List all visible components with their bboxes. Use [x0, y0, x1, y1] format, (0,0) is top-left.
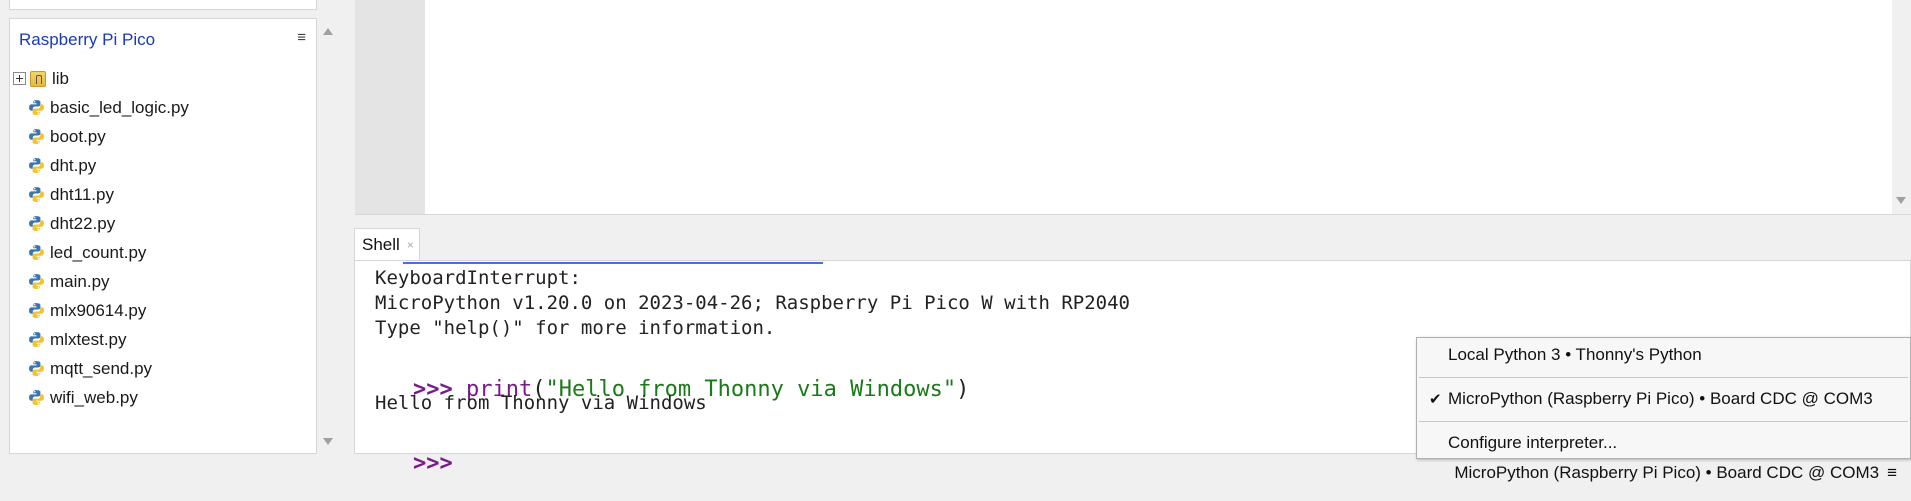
- shell-prompt: >>>: [412, 451, 453, 476]
- tab-shell[interactable]: Shell ×: [354, 228, 420, 260]
- file-item[interactable]: basic_led_logic.py: [10, 93, 316, 122]
- file-item[interactable]: dht11.py: [10, 180, 316, 209]
- file-name: main.py: [50, 271, 110, 291]
- file-list: lib basic_led_logic.py boot.py dht.py dh…: [10, 64, 316, 412]
- file-name: basic_led_logic.py: [50, 97, 189, 117]
- menu-item-label: MicroPython (Raspberry Pi Pico) • Board …: [1448, 389, 1873, 408]
- files-panel: Raspberry Pi Pico ≡ lib basic_led_logic.…: [9, 18, 317, 454]
- files-scrollbar[interactable]: [319, 18, 337, 454]
- editor-line-gutter: [355, 0, 425, 214]
- file-item[interactable]: led_count.py: [10, 238, 316, 267]
- file-name: lib: [52, 68, 70, 88]
- file-item[interactable]: dht22.py: [10, 209, 316, 238]
- python-file-icon: [29, 332, 44, 347]
- menu-separator: [1419, 421, 1908, 422]
- scroll-up-arrow-icon[interactable]: [323, 28, 333, 35]
- python-file-icon: [29, 129, 44, 144]
- tab-label: Shell: [362, 234, 400, 254]
- file-item[interactable]: wifi_web.py: [10, 383, 316, 412]
- menu-item-micropython[interactable]: ✔ MicroPython (Raspberry Pi Pico) • Boar…: [1417, 384, 1910, 414]
- file-name: boot.py: [50, 126, 106, 146]
- python-file-icon: [29, 158, 44, 173]
- file-name: led_count.py: [50, 242, 147, 262]
- link-underline: [403, 262, 823, 264]
- shell-output-line: MicroPython v1.20.0 on 2023-04-26; Raspb…: [375, 292, 1130, 314]
- menu-icon[interactable]: ≡: [1887, 463, 1897, 483]
- code-editor[interactable]: [425, 0, 1892, 214]
- file-name: dht11.py: [50, 184, 114, 204]
- file-name: mqtt_send.py: [50, 358, 153, 378]
- interpreter-status[interactable]: MicroPython (Raspberry Pi Pico) • Board …: [1454, 463, 1879, 483]
- menu-item-label: Local Python 3 • Thonny's Python: [1448, 345, 1702, 364]
- file-item[interactable]: main.py: [10, 267, 316, 296]
- file-item[interactable]: mlxtest.py: [10, 325, 316, 354]
- file-item[interactable]: mlx90614.py: [10, 296, 316, 325]
- expand-icon[interactable]: [13, 72, 26, 85]
- shell-output-line: Hello from Thonny via Windows: [375, 392, 707, 414]
- python-file-icon: [29, 274, 44, 289]
- file-name: dht22.py: [50, 213, 116, 233]
- shell-output-line: Type "help()" for more information.: [375, 317, 776, 339]
- interpreter-menu: Local Python 3 • Thonny's Python ✔ Micro…: [1416, 337, 1911, 459]
- scroll-down-arrow-icon[interactable]: [1896, 197, 1906, 204]
- command-close-paren: ): [956, 377, 970, 402]
- editor-scrollbar[interactable]: [1892, 0, 1911, 214]
- file-name: dht.py: [50, 155, 97, 175]
- files-menu-icon[interactable]: ≡: [297, 29, 306, 46]
- folder-icon: [30, 70, 46, 87]
- checkmark-icon: ✔: [1429, 391, 1442, 408]
- python-file-icon: [29, 390, 44, 405]
- file-name: mlxtest.py: [50, 329, 127, 349]
- status-bar: MicroPython (Raspberry Pi Pico) • Board …: [1454, 462, 1897, 484]
- python-file-icon: [29, 187, 44, 202]
- file-name: wifi_web.py: [50, 387, 138, 407]
- files-panel-top-strip: [9, 0, 317, 10]
- file-item[interactable]: dht.py: [10, 151, 316, 180]
- menu-item-local-python[interactable]: Local Python 3 • Thonny's Python: [1417, 340, 1910, 370]
- menu-item-configure-interpreter[interactable]: Configure interpreter...: [1417, 428, 1910, 458]
- shell-output-line: KeyboardInterrupt:: [375, 267, 581, 289]
- menu-separator: [1419, 377, 1908, 378]
- file-item[interactable]: mqtt_send.py: [10, 354, 316, 383]
- scroll-down-arrow-icon[interactable]: [323, 438, 333, 445]
- menu-item-label: Configure interpreter...: [1448, 433, 1618, 452]
- file-item[interactable]: boot.py: [10, 122, 316, 151]
- file-item-lib[interactable]: lib: [10, 64, 316, 93]
- divider: [355, 214, 1911, 215]
- file-name: mlx90614.py: [50, 300, 147, 320]
- python-file-icon: [29, 245, 44, 260]
- python-file-icon: [29, 303, 44, 318]
- python-file-icon: [29, 216, 44, 231]
- files-panel-title: Raspberry Pi Pico: [19, 30, 156, 49]
- shell-input-line[interactable]: >>>: [360, 426, 453, 501]
- shell-command-line: >>> print("Hello from Thonny via Windows…: [360, 352, 969, 427]
- python-file-icon: [29, 361, 44, 376]
- python-file-icon: [29, 100, 44, 115]
- close-icon[interactable]: ×: [407, 238, 414, 252]
